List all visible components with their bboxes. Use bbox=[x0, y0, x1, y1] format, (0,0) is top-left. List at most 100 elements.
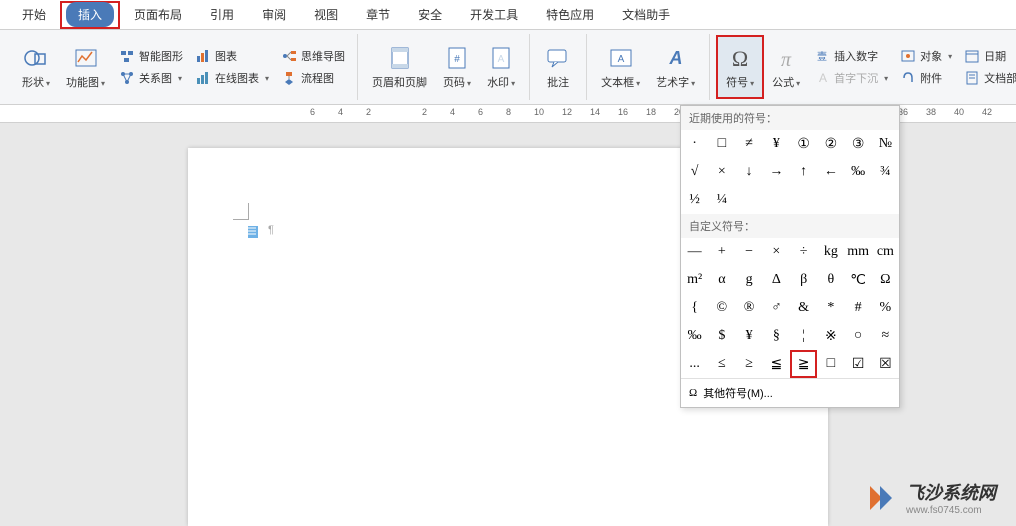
symbol-cell[interactable]: − bbox=[736, 238, 763, 266]
date-button[interactable]: 日期 bbox=[958, 46, 1016, 66]
relationchart-button[interactable]: 关系图▾ bbox=[113, 68, 189, 88]
symbol-cell[interactable]: ↑ bbox=[790, 158, 817, 186]
symbol-cell[interactable]: α bbox=[708, 266, 735, 294]
symbol-cell[interactable]: ① bbox=[790, 130, 817, 158]
symbol-cell[interactable]: cm bbox=[872, 238, 899, 266]
symbol-cell[interactable]: ③ bbox=[845, 130, 872, 158]
symbol-cell[interactable]: — bbox=[681, 238, 708, 266]
symbol-cell[interactable]: Δ bbox=[763, 266, 790, 294]
symbol-cell[interactable]: ↓ bbox=[736, 158, 763, 186]
symbol-cell[interactable]: → bbox=[763, 158, 790, 186]
tab-doc-helper[interactable]: 文档助手 bbox=[610, 2, 682, 27]
smartgraphic-button[interactable]: 智能图形 bbox=[113, 46, 189, 66]
symbol-cell[interactable]: % bbox=[872, 294, 899, 322]
symbol-cell[interactable]: * bbox=[817, 294, 844, 322]
symbol-cell[interactable]: # bbox=[845, 294, 872, 322]
object-button[interactable]: 对象▾ bbox=[894, 46, 958, 66]
tab-insert[interactable]: 插入 bbox=[66, 2, 114, 27]
symbol-cell[interactable]: ¦ bbox=[790, 322, 817, 350]
symbol-cell[interactable]: □ bbox=[817, 350, 844, 378]
arttext-button[interactable]: A 艺术字▾ bbox=[648, 35, 703, 99]
insertnumber-button[interactable]: 壹插入数字 bbox=[808, 46, 894, 66]
symbol-cell[interactable]: ¥ bbox=[763, 130, 790, 158]
comment-button[interactable]: 批注 bbox=[536, 35, 580, 99]
docparts-button[interactable]: 文档部件▾ bbox=[958, 68, 1016, 88]
symbol-cell[interactable]: © bbox=[708, 294, 735, 322]
smartgraphic-icon bbox=[119, 48, 135, 64]
symbol-cell[interactable]: ‰ bbox=[681, 322, 708, 350]
attachment-icon bbox=[900, 70, 916, 86]
funcchart-button[interactable]: 功能图▾ bbox=[58, 35, 113, 99]
symbol-cell[interactable]: § bbox=[763, 322, 790, 350]
pagenumber-button[interactable]: # 页码▾ bbox=[435, 35, 479, 99]
symbol-cell[interactable]: ② bbox=[817, 130, 844, 158]
symbol-cell[interactable]: + bbox=[708, 238, 735, 266]
headerfooter-button[interactable]: 页眉和页脚 bbox=[364, 35, 435, 99]
symbol-cell[interactable]: □ bbox=[708, 130, 735, 158]
symbol-cell[interactable]: ≥ bbox=[736, 350, 763, 378]
symbol-cell[interactable]: √ bbox=[681, 158, 708, 186]
symbol-cell[interactable]: ○ bbox=[845, 322, 872, 350]
tab-start[interactable]: 开始 bbox=[10, 2, 58, 27]
symbol-cell[interactable]: ¼ bbox=[708, 186, 735, 214]
tab-special[interactable]: 特色应用 bbox=[534, 2, 606, 27]
symbol-cell[interactable]: № bbox=[872, 130, 899, 158]
shape-button[interactable]: 形状▾ bbox=[14, 35, 58, 99]
symbol-cell[interactable]: · bbox=[681, 130, 708, 158]
symbol-button[interactable]: Ω 符号▾ bbox=[716, 35, 764, 99]
tab-review[interactable]: 审阅 bbox=[250, 2, 298, 27]
dropcap-button[interactable]: A首字下沉▾ bbox=[808, 68, 894, 88]
symbol-cell[interactable]: ℃ bbox=[845, 266, 872, 294]
symbol-cell[interactable]: ≧ bbox=[790, 350, 817, 378]
symbol-cell[interactable]: ≤ bbox=[708, 350, 735, 378]
symbol-cell[interactable]: m² bbox=[681, 266, 708, 294]
formula-button[interactable]: π 公式▾ bbox=[764, 35, 808, 99]
symbol-cell[interactable]: ☒ bbox=[872, 350, 899, 378]
date-icon bbox=[964, 48, 980, 64]
symbol-cell[interactable]: ≦ bbox=[763, 350, 790, 378]
symbol-cell[interactable]: θ bbox=[817, 266, 844, 294]
tab-security[interactable]: 安全 bbox=[406, 2, 454, 27]
tab-page-layout[interactable]: 页面布局 bbox=[122, 2, 194, 27]
tab-dev-tools[interactable]: 开发工具 bbox=[458, 2, 530, 27]
symbol-cell[interactable]: ¾ bbox=[872, 158, 899, 186]
symbol-cell[interactable]: kg bbox=[817, 238, 844, 266]
textbox-button[interactable]: A 文本框▾ bbox=[593, 35, 648, 99]
symbol-cell[interactable]: ♂ bbox=[763, 294, 790, 322]
symbol-cell[interactable]: ÷ bbox=[790, 238, 817, 266]
more-symbols-button[interactable]: Ω 其他符号(M)... bbox=[681, 378, 899, 407]
tab-chapter[interactable]: 章节 bbox=[354, 2, 402, 27]
tab-view[interactable]: 视图 bbox=[302, 2, 350, 27]
symbol-cell[interactable]: ← bbox=[817, 158, 844, 186]
symbol-cell[interactable]: ※ bbox=[817, 322, 844, 350]
attachment-button[interactable]: 附件 bbox=[894, 68, 958, 88]
symbol-cell[interactable]: { bbox=[681, 294, 708, 322]
symbol-cell[interactable]: × bbox=[708, 158, 735, 186]
symbol-cell[interactable]: g bbox=[736, 266, 763, 294]
onlinechart-button[interactable]: 在线图表▾ bbox=[189, 68, 275, 88]
mindmap-button[interactable]: 思维导图 bbox=[275, 46, 351, 66]
tab-reference[interactable]: 引用 bbox=[198, 2, 246, 27]
symbol-cell[interactable]: ... bbox=[681, 350, 708, 378]
symbol-cell[interactable]: ≈ bbox=[872, 322, 899, 350]
symbol-cell[interactable]: ½ bbox=[681, 186, 708, 214]
watermark-logo-icon bbox=[862, 480, 898, 516]
watermark-button[interactable]: A 水印▾ bbox=[479, 35, 523, 99]
formula-icon: π bbox=[772, 44, 800, 72]
symbol-cell[interactable]: Ω bbox=[872, 266, 899, 294]
symbol-cell[interactable]: ≠ bbox=[736, 130, 763, 158]
symbol-cell[interactable]: ‰ bbox=[845, 158, 872, 186]
chart-button[interactable]: 图表 bbox=[189, 46, 275, 66]
symbol-cell[interactable]: ¥ bbox=[736, 322, 763, 350]
symbol-cell[interactable]: ☑ bbox=[845, 350, 872, 378]
flowchart-button[interactable]: 流程图 bbox=[275, 68, 351, 88]
symbol-cell[interactable]: ® bbox=[736, 294, 763, 322]
ruler-mark: 40 bbox=[954, 107, 964, 117]
symbol-cell[interactable]: mm bbox=[845, 238, 872, 266]
symbol-cell[interactable]: & bbox=[790, 294, 817, 322]
svg-text:A: A bbox=[617, 54, 624, 65]
symbol-cell[interactable]: β bbox=[790, 266, 817, 294]
symbol-cell[interactable]: $ bbox=[708, 322, 735, 350]
symbol-cell[interactable]: × bbox=[763, 238, 790, 266]
ruler-mark: 10 bbox=[534, 107, 544, 117]
